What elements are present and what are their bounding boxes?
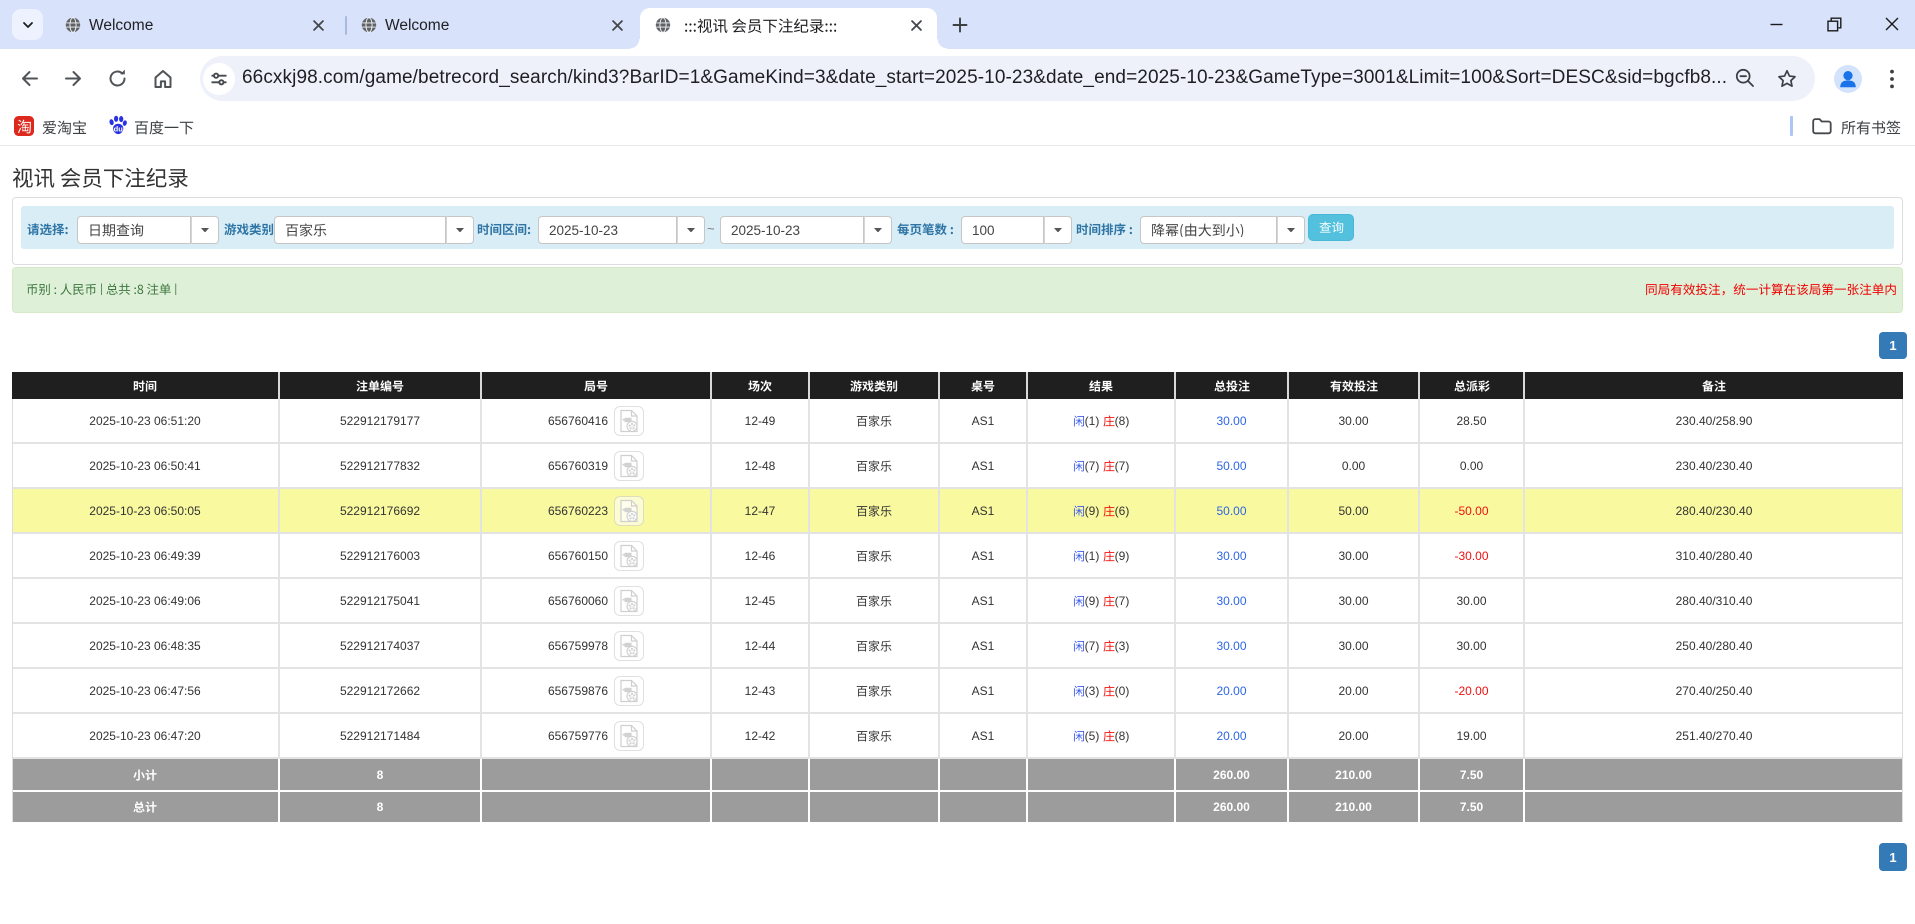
svg-text:du: du bbox=[114, 124, 124, 133]
